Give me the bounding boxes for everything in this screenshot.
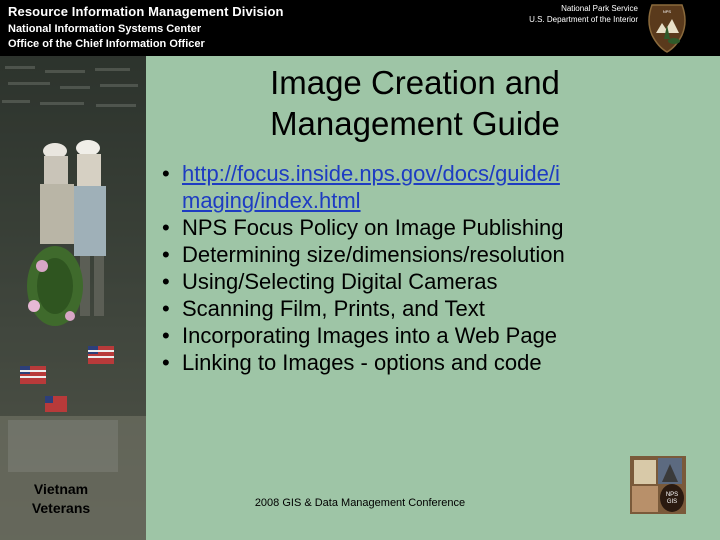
bullet-icon: • xyxy=(162,269,170,294)
list-item: • Incorporating Images into a Web Page xyxy=(162,322,710,349)
bullet-text: Using/Selecting Digital Cameras xyxy=(182,269,498,294)
center-name: National Information Systems Center xyxy=(8,23,202,35)
bullet-icon: • xyxy=(162,323,170,348)
guide-link-line1[interactable]: http://focus.inside.nps.gov/docs/guide/i xyxy=(182,161,560,186)
svg-text:GIS: GIS xyxy=(667,499,677,505)
title-line2: Management Guide xyxy=(270,105,560,142)
guide-link[interactable]: http://focus.inside.nps.gov/docs/guide/i… xyxy=(182,161,560,213)
bullet-icon: • xyxy=(162,350,170,375)
veterans-memorial-photo: Vietnam Veterans xyxy=(0,56,146,540)
nps-gis-thumbnail: NPS GIS xyxy=(630,456,686,514)
bullet-icon: • xyxy=(162,242,170,267)
bullet-text: Determining size/dimensions/resolution xyxy=(182,242,565,267)
photo-caption: Vietnam Veterans xyxy=(6,480,116,518)
bullet-icon: • xyxy=(162,215,170,240)
photo-caption-line2: Veterans xyxy=(31,500,91,516)
list-item: • Using/Selecting Digital Cameras xyxy=(162,268,710,295)
agency-name: National Park Service xyxy=(561,4,638,13)
list-item-link: • http://focus.inside.nps.gov/docs/guide… xyxy=(162,160,710,214)
svg-text:NPS: NPS xyxy=(666,492,678,498)
department-name: U.S. Department of the Interior xyxy=(529,15,638,24)
bullet-icon: • xyxy=(162,296,170,321)
conference-footer: 2008 GIS & Data Management Conference xyxy=(254,497,466,509)
nps-arrowhead-icon: NPS xyxy=(648,4,686,53)
svg-text:NPS: NPS xyxy=(663,9,672,14)
title-line1: Image Creation and xyxy=(270,64,560,101)
bullet-text: Scanning Film, Prints, and Text xyxy=(182,296,485,321)
photo-caption-line1: Vietnam xyxy=(33,481,89,497)
bullet-text: Linking to Images - options and code xyxy=(182,350,542,375)
bullet-text: NPS Focus Policy on Image Publishing xyxy=(182,215,564,240)
bullet-icon: • xyxy=(162,161,170,186)
bullet-text: Incorporating Images into a Web Page xyxy=(182,323,558,348)
division-name: Resource Information Management Division xyxy=(8,4,284,19)
office-name: Office of the Chief Information Officer xyxy=(8,38,205,50)
list-item: • Determining size/dimensions/resolution xyxy=(162,241,710,268)
slide-title: Image Creation and Management Guide xyxy=(190,62,640,144)
guide-link-line2[interactable]: maging/index.html xyxy=(182,188,361,213)
list-item: • Linking to Images - options and code xyxy=(162,349,710,376)
list-item: • Scanning Film, Prints, and Text xyxy=(162,295,710,322)
header-bar: Resource Information Management Division… xyxy=(0,0,720,56)
bullet-list: • http://focus.inside.nps.gov/docs/guide… xyxy=(162,160,710,376)
list-item: • NPS Focus Policy on Image Publishing xyxy=(162,214,710,241)
